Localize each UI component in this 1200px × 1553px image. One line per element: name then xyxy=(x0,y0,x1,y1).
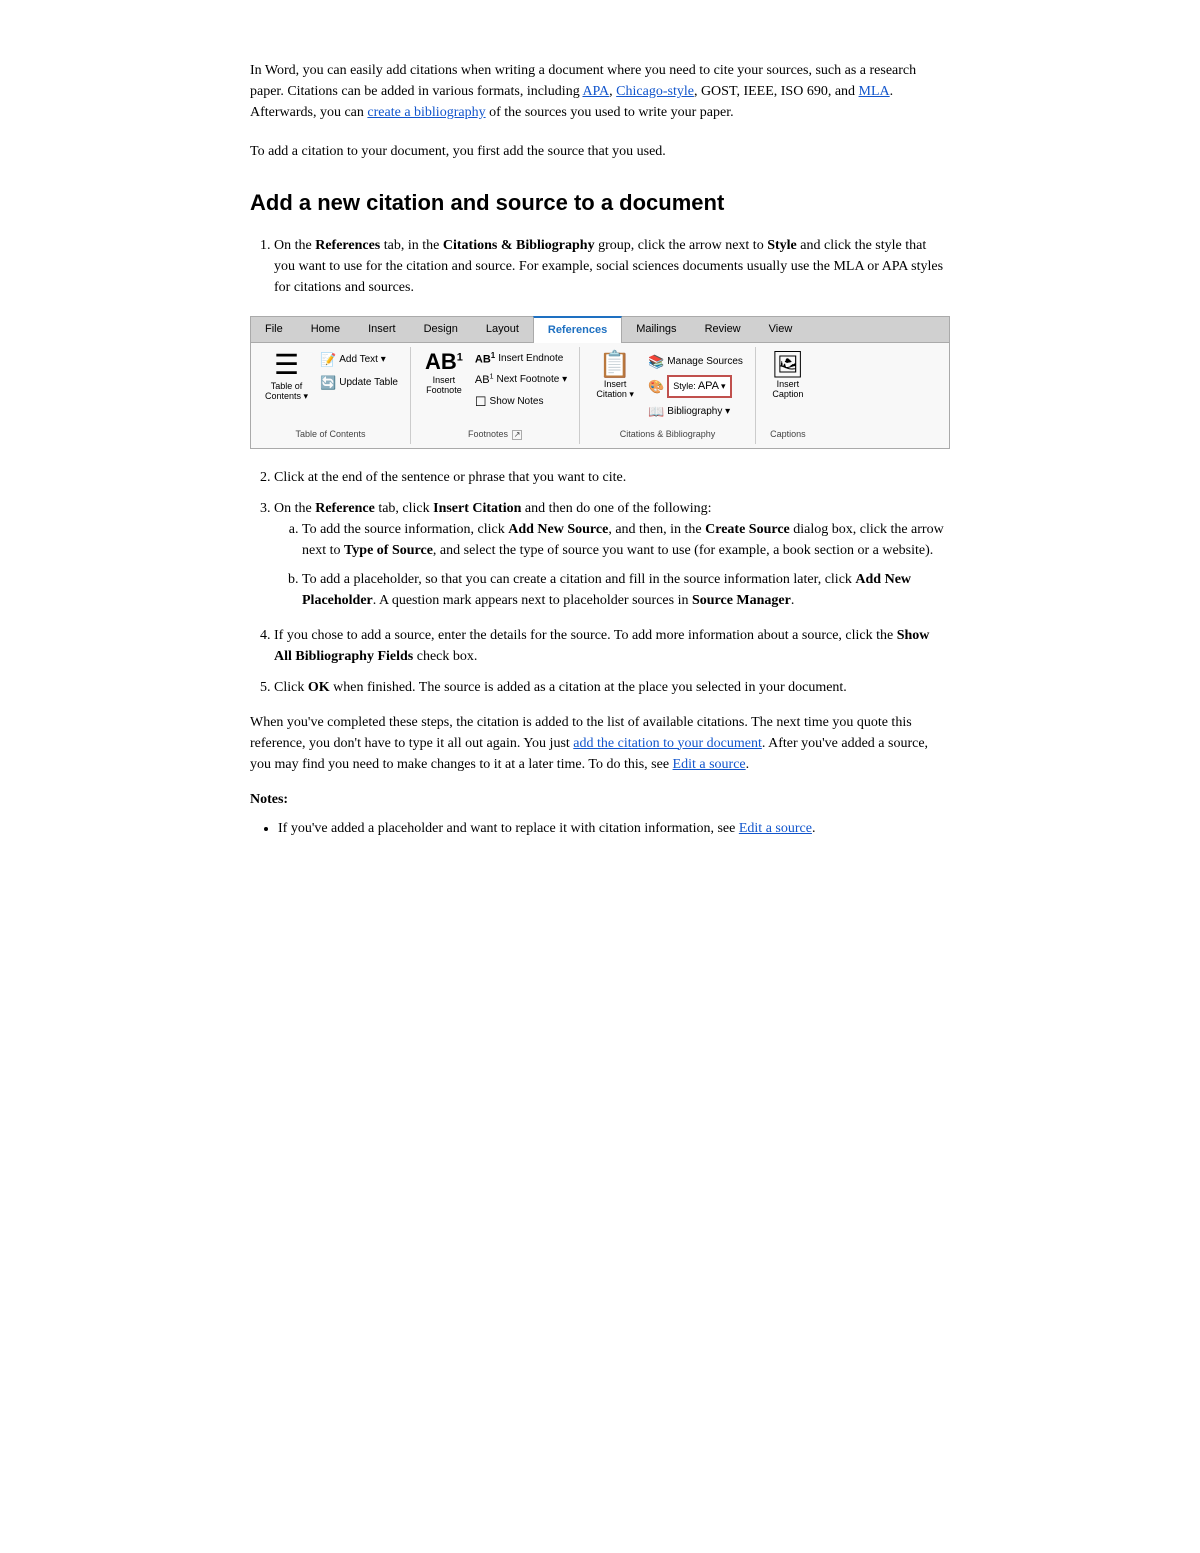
ribbon-group-citations: 📋 InsertCitation ▾ 📚 Manage Sources 🎨 St… xyxy=(580,347,756,444)
bibliography-link[interactable]: create a bibliography xyxy=(367,105,485,120)
toc-label: Table ofContents ▾ xyxy=(265,381,308,403)
captions-group-label: Captions xyxy=(766,428,810,442)
insert-citation-button[interactable]: 📋 InsertCitation ▾ xyxy=(590,349,640,403)
intro-paragraph-1: In Word, you can easily add citations wh… xyxy=(250,60,950,123)
step-3-subitems: To add the source information, click Add… xyxy=(302,519,950,611)
tab-file[interactable]: File xyxy=(251,317,297,342)
intro-paragraph-2: To add a citation to your document, you … xyxy=(250,141,950,162)
chicago-link[interactable]: Chicago-style xyxy=(616,84,694,99)
ribbon-widget: File Home Insert Design Layout Reference… xyxy=(250,316,950,449)
notes-list: If you've added a placeholder and want t… xyxy=(278,818,950,839)
insert-footnote-label: InsertFootnote xyxy=(426,375,462,397)
table-of-contents-button[interactable]: ☰ Table ofContents ▾ xyxy=(261,349,312,405)
show-notes-button[interactable]: ☐ Show Notes xyxy=(473,391,569,413)
step-2: Click at the end of the sentence or phra… xyxy=(274,467,950,488)
footnotes-small-stack: AB1 Insert Endnote AB1 Next Footnote ▾ ☐… xyxy=(473,349,569,413)
tab-review[interactable]: Review xyxy=(691,317,755,342)
style-selector[interactable]: 🎨 Style: APA ▾ xyxy=(646,374,745,399)
insert-caption-button[interactable]: 🖼 InsertCaption xyxy=(766,349,810,403)
manage-sources-icon: 📚 xyxy=(648,352,664,372)
edit-source-link-2[interactable]: Edit a source xyxy=(739,821,812,836)
apa-link[interactable]: APA xyxy=(582,84,609,99)
next-footnote-icon: AB1 xyxy=(475,372,494,389)
style-icon: 🎨 xyxy=(648,377,664,397)
ribbon-group-footnotes: AB1 InsertFootnote AB1 Insert Endnote AB… xyxy=(411,347,580,444)
style-box-label: Style: xyxy=(673,380,696,394)
toc-group-content: ☰ Table ofContents ▾ 📝 Add Text ▾ 🔄 Upda… xyxy=(261,349,400,425)
tab-home[interactable]: Home xyxy=(297,317,354,342)
insert-citation-icon: 📋 xyxy=(599,351,631,377)
next-footnote-button[interactable]: AB1 Next Footnote ▾ xyxy=(473,371,569,390)
edit-source-link-1[interactable]: Edit a source xyxy=(673,757,746,772)
next-footnote-label: Next Footnote ▾ xyxy=(496,372,567,387)
step-3a: To add the source information, click Add… xyxy=(302,519,950,561)
steps-list: On the References tab, in the Citations … xyxy=(274,235,950,298)
footnotes-group-label: Footnotes ↗ xyxy=(421,428,569,442)
citations-group-content: 📋 InsertCitation ▾ 📚 Manage Sources 🎨 St… xyxy=(590,349,745,425)
toc-small-stack: 📝 Add Text ▾ 🔄 Update Table xyxy=(318,349,400,394)
show-notes-icon: ☐ xyxy=(475,392,487,412)
insert-caption-label: InsertCaption xyxy=(772,379,803,401)
captions-group-content: 🖼 InsertCaption xyxy=(766,349,810,425)
bibliography-button[interactable]: 📖 Bibliography ▾ xyxy=(646,401,745,423)
toc-group-label: Table of Contents xyxy=(261,428,400,442)
notes-label: Notes: xyxy=(250,789,950,810)
citations-group-label: Citations & Bibliography xyxy=(590,428,745,442)
bibliography-label: Bibliography ▾ xyxy=(667,404,730,419)
manage-sources-label: Manage Sources xyxy=(667,354,743,369)
tab-insert[interactable]: Insert xyxy=(354,317,410,342)
tab-design[interactable]: Design xyxy=(410,317,472,342)
ribbon-group-toc: ☰ Table ofContents ▾ 📝 Add Text ▾ 🔄 Upda… xyxy=(251,347,411,444)
insert-endnote-button[interactable]: AB1 Insert Endnote xyxy=(473,349,569,369)
insert-footnote-button[interactable]: AB1 InsertFootnote xyxy=(421,349,467,399)
style-dropdown-arrow: ▾ xyxy=(721,380,726,394)
step-3: On the Reference tab, click Insert Citat… xyxy=(274,498,950,611)
tab-view[interactable]: View xyxy=(755,317,807,342)
after-steps-paragraph: When you've completed these steps, the c… xyxy=(250,712,950,775)
insert-endnote-icon: AB1 xyxy=(475,350,495,368)
note-1: If you've added a placeholder and want t… xyxy=(278,818,950,839)
tab-layout[interactable]: Layout xyxy=(472,317,533,342)
step-4: If you chose to add a source, enter the … xyxy=(274,625,950,667)
ribbon-group-captions: 🖼 InsertCaption Captions xyxy=(756,347,820,444)
step-5: Click OK when finished. The source is ad… xyxy=(274,677,950,698)
show-notes-label: Show Notes xyxy=(490,394,544,409)
tab-mailings[interactable]: Mailings xyxy=(622,317,690,342)
ribbon-body: ☰ Table ofContents ▾ 📝 Add Text ▾ 🔄 Upda… xyxy=(251,343,949,448)
mla-link[interactable]: MLA xyxy=(859,84,890,99)
update-table-button[interactable]: 🔄 Update Table xyxy=(318,372,400,394)
section-heading: Add a new citation and source to a docum… xyxy=(250,186,950,219)
add-citation-link[interactable]: add the citation to your document xyxy=(573,736,762,751)
add-text-button[interactable]: 📝 Add Text ▾ xyxy=(318,349,400,371)
footnotes-dialog-launcher[interactable]: ↗ xyxy=(512,430,522,440)
update-table-icon: 🔄 xyxy=(320,373,336,393)
step-3b: To add a placeholder, so that you can cr… xyxy=(302,569,950,611)
bibliography-icon: 📖 xyxy=(648,402,664,422)
footnotes-group-content: AB1 InsertFootnote AB1 Insert Endnote AB… xyxy=(421,349,569,425)
add-text-icon: 📝 xyxy=(320,350,336,370)
insert-caption-icon: 🖼 xyxy=(771,351,804,377)
manage-sources-button[interactable]: 📚 Manage Sources xyxy=(646,351,745,373)
step-1: On the References tab, in the Citations … xyxy=(274,235,950,298)
insert-citation-label: InsertCitation ▾ xyxy=(596,379,634,401)
style-value: APA xyxy=(698,378,719,395)
citations-right-group: 📚 Manage Sources 🎨 Style: APA ▾ 📖 Bib xyxy=(646,349,745,425)
update-table-label: Update Table xyxy=(339,375,398,390)
steps-list-continued: Click at the end of the sentence or phra… xyxy=(274,467,950,698)
add-text-label: Add Text ▾ xyxy=(339,352,386,367)
insert-footnote-icon: AB1 xyxy=(425,351,463,373)
ribbon-tabs: File Home Insert Design Layout Reference… xyxy=(251,317,949,343)
style-box[interactable]: Style: APA ▾ xyxy=(667,375,731,398)
insert-endnote-label: Insert Endnote xyxy=(498,351,563,366)
toc-icon: ☰ xyxy=(274,351,299,379)
tab-references[interactable]: References xyxy=(533,316,622,343)
